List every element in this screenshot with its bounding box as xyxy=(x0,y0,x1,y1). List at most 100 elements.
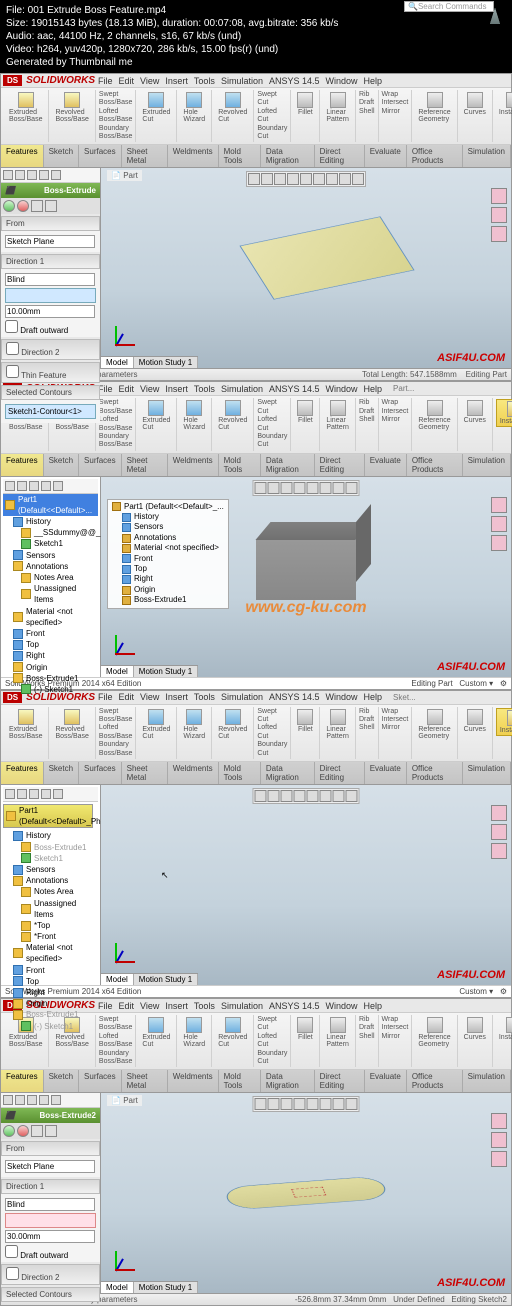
graphics-area[interactable]: ↖ ASIF4U.COM ModelMotion Study 1 xyxy=(101,785,511,985)
pm-dir1-header[interactable]: Direction 1 xyxy=(1,254,100,269)
revolved-boss-button[interactable]: Revolved Boss/Base xyxy=(52,91,91,124)
tab-sketch[interactable]: Sketch xyxy=(44,762,79,784)
from-select[interactable]: Sketch Plane xyxy=(5,235,95,248)
revolved-boss-button[interactable]: Revolved Boss/Base xyxy=(52,708,91,741)
sw-resources-icon[interactable] xyxy=(491,805,507,821)
curves-button[interactable]: Curves xyxy=(461,708,489,734)
menu-help[interactable]: Help xyxy=(364,384,383,394)
linear-pattern-button[interactable]: Linear Pattern xyxy=(323,91,352,124)
tree-material[interactable]: Material <not specified> xyxy=(3,942,98,964)
tree-root[interactable]: Part1 (Default<<Default>... xyxy=(3,494,98,516)
pm-selcont-header[interactable]: Selected Contours xyxy=(1,385,100,400)
appearance-icon[interactable] xyxy=(333,1098,345,1110)
flyout-origin[interactable]: Origin xyxy=(112,585,224,595)
zoom-icon[interactable] xyxy=(255,482,267,494)
pm-tab-icon[interactable] xyxy=(15,170,25,180)
extruded-boss-button[interactable]: Extruded Boss/Base xyxy=(6,91,45,124)
tab-motion[interactable]: Motion Study 1 xyxy=(134,357,198,368)
tab-directediting[interactable]: Direct Editing xyxy=(315,454,365,476)
tree-sketch1-dim2[interactable]: (-) Sketch1 xyxy=(3,1021,98,1032)
revolved-cut-button[interactable]: Revolved Cut xyxy=(215,399,250,432)
extruded-boss-button[interactable]: Extruded Boss/Base xyxy=(6,708,45,741)
flyout-history[interactable]: History xyxy=(112,512,224,522)
tab-sheetmetal[interactable]: Sheet Metal xyxy=(122,454,168,476)
tab-simulation[interactable]: Simulation xyxy=(463,454,511,476)
file-explorer-icon[interactable] xyxy=(491,226,507,242)
contour-list[interactable]: Sketch1-Contour<1> xyxy=(5,404,96,419)
pm-tab-icon[interactable] xyxy=(51,170,61,180)
hole-wizard-button[interactable]: Hole Wizard xyxy=(180,399,208,432)
flyout-annotations[interactable]: Annotations xyxy=(112,533,224,543)
preview-button[interactable] xyxy=(31,1125,43,1137)
tab-directediting[interactable]: Direct Editing xyxy=(315,145,365,167)
menu-edit[interactable]: Edit xyxy=(119,76,135,86)
swept-lofted-boundary[interactable]: Swept Boss/BaseLofted Boss/BaseBoundary … xyxy=(99,399,132,449)
menu-file[interactable]: File xyxy=(98,692,113,702)
zoom-icon[interactable] xyxy=(255,1098,267,1110)
ref-geometry-button[interactable]: Reference Geometry xyxy=(415,399,453,432)
rib-draft-shell[interactable]: RibDraftShell xyxy=(359,708,375,733)
tree-boss-extrude-dim[interactable]: Boss-Extrude1 xyxy=(3,1009,98,1020)
pm-dir2-header[interactable]: Direction 2 xyxy=(1,339,100,360)
revolved-cut-button[interactable]: Revolved Cut xyxy=(215,1016,250,1049)
flyout-top[interactable]: Top xyxy=(112,564,224,574)
hole-wizard-button[interactable]: Hole Wizard xyxy=(180,91,208,124)
tab-surfaces[interactable]: Surfaces xyxy=(79,762,122,784)
flyout-feature-tree[interactable]: Part1 (Default<<Default>_... History Sen… xyxy=(107,499,229,609)
tree-dummy[interactable]: __SSdummy@@_ xyxy=(3,527,98,538)
tab-datamigration[interactable]: Data Migration xyxy=(261,454,315,476)
fillet-button[interactable]: Fillet xyxy=(294,1016,316,1042)
display-icon[interactable] xyxy=(274,173,286,185)
view-icon[interactable] xyxy=(268,482,280,494)
zoom-icon[interactable] xyxy=(255,790,267,802)
display-icon[interactable] xyxy=(281,482,293,494)
menu-window[interactable]: Window xyxy=(326,692,358,702)
menu-ansys[interactable]: ANSYS 14.5 xyxy=(269,384,320,394)
pm-thin-header[interactable]: Thin Feature xyxy=(1,362,100,383)
tree-star-front[interactable]: *Front xyxy=(3,931,98,942)
display-icon[interactable] xyxy=(281,1098,293,1110)
tab-datamigration[interactable]: Data Migration xyxy=(261,145,315,167)
tree-right[interactable]: Right xyxy=(3,650,98,661)
wrap-intersect-mirror[interactable]: WrapIntersectMirror xyxy=(382,708,409,733)
swept-lofted-boundary[interactable]: Swept Boss/BaseLofted Boss/BaseBoundary … xyxy=(99,1016,132,1066)
hole-wizard-button[interactable]: Hole Wizard xyxy=(180,1016,208,1049)
graphics-area[interactable]: Part1 (Default<<Default>_... History Sen… xyxy=(101,477,511,677)
revolved-cut-button[interactable]: Revolved Cut xyxy=(215,708,250,741)
tab-sheetmetal[interactable]: Sheet Metal xyxy=(122,1070,168,1092)
revolved-cut-button[interactable]: Revolved Cut xyxy=(215,91,250,124)
tree-top[interactable]: Top xyxy=(3,639,98,650)
tree-tab-icon[interactable] xyxy=(53,789,63,799)
curves-button[interactable]: Curves xyxy=(461,1016,489,1042)
tree-tab-icon[interactable] xyxy=(29,481,39,491)
help-button[interactable] xyxy=(45,1125,57,1137)
tree-annotations[interactable]: Annotations xyxy=(3,561,98,572)
menu-simulation[interactable]: Simulation xyxy=(221,692,263,702)
tab-evaluate[interactable]: Evaluate xyxy=(365,762,407,784)
swept-lofted-boundary-cut[interactable]: Swept CutLofted CutBoundary Cut xyxy=(257,1016,287,1066)
linear-pattern-button[interactable]: Linear Pattern xyxy=(323,708,352,741)
tree-top[interactable]: Top xyxy=(3,976,98,987)
tree-tab-icon[interactable] xyxy=(41,789,51,799)
instant3d-button[interactable]: Instant3D xyxy=(496,1016,512,1042)
linear-pattern-button[interactable]: Linear Pattern xyxy=(323,399,352,432)
menu-edit[interactable]: Edit xyxy=(119,384,135,394)
menu-view[interactable]: View xyxy=(140,76,159,86)
ref-geometry-button[interactable]: Reference Geometry xyxy=(415,708,453,741)
menu-window[interactable]: Window xyxy=(326,1001,358,1011)
tab-motion[interactable]: Motion Study 1 xyxy=(134,974,198,985)
tab-features[interactable]: Features xyxy=(1,145,44,167)
pm-from-header[interactable]: From xyxy=(1,216,100,231)
wrap-intersect-mirror[interactable]: WrapIntersectMirror xyxy=(382,1016,409,1041)
hole-wizard-button[interactable]: Hole Wizard xyxy=(180,708,208,741)
zoom-icon[interactable] xyxy=(248,173,260,185)
menu-view[interactable]: View xyxy=(140,1001,159,1011)
instant3d-button-active[interactable]: Instant3D xyxy=(496,708,512,736)
scene-icon[interactable] xyxy=(346,790,358,802)
tab-model[interactable]: Model xyxy=(101,357,134,368)
tree-tab-icon[interactable] xyxy=(29,789,39,799)
tab-moldtools[interactable]: Mold Tools xyxy=(219,762,261,784)
tab-evaluate[interactable]: Evaluate xyxy=(365,145,407,167)
flyout-sensors[interactable]: Sensors xyxy=(112,522,224,532)
menu-insert[interactable]: Insert xyxy=(165,692,188,702)
